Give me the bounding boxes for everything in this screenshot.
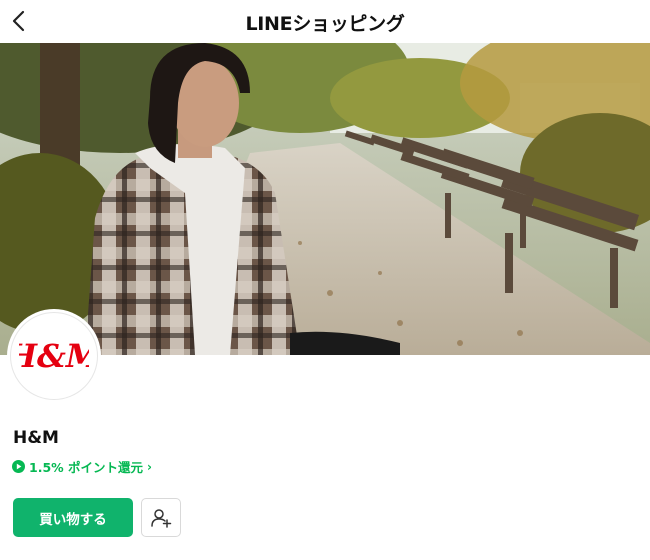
hero-image xyxy=(0,43,650,355)
shop-button[interactable]: 買い物する xyxy=(13,498,133,537)
shop-name: H&M xyxy=(13,428,59,448)
shop-logo: H&M xyxy=(10,312,98,400)
svg-text:H&M: H&M xyxy=(19,337,89,375)
page-title: LINEショッピング xyxy=(245,13,405,35)
line-points-icon xyxy=(12,460,25,473)
add-friend-button[interactable] xyxy=(141,498,181,537)
hero-banner xyxy=(0,43,650,355)
hm-logo-icon: H&M xyxy=(19,337,89,375)
points-link[interactable]: 1.5% ポイント還元 › xyxy=(12,457,152,476)
app-header: LINEショッピング xyxy=(0,0,650,43)
chevron-right-icon: › xyxy=(147,459,152,474)
add-friend-icon xyxy=(151,508,172,528)
points-rate-text: 1.5% ポイント還元 xyxy=(29,460,144,475)
